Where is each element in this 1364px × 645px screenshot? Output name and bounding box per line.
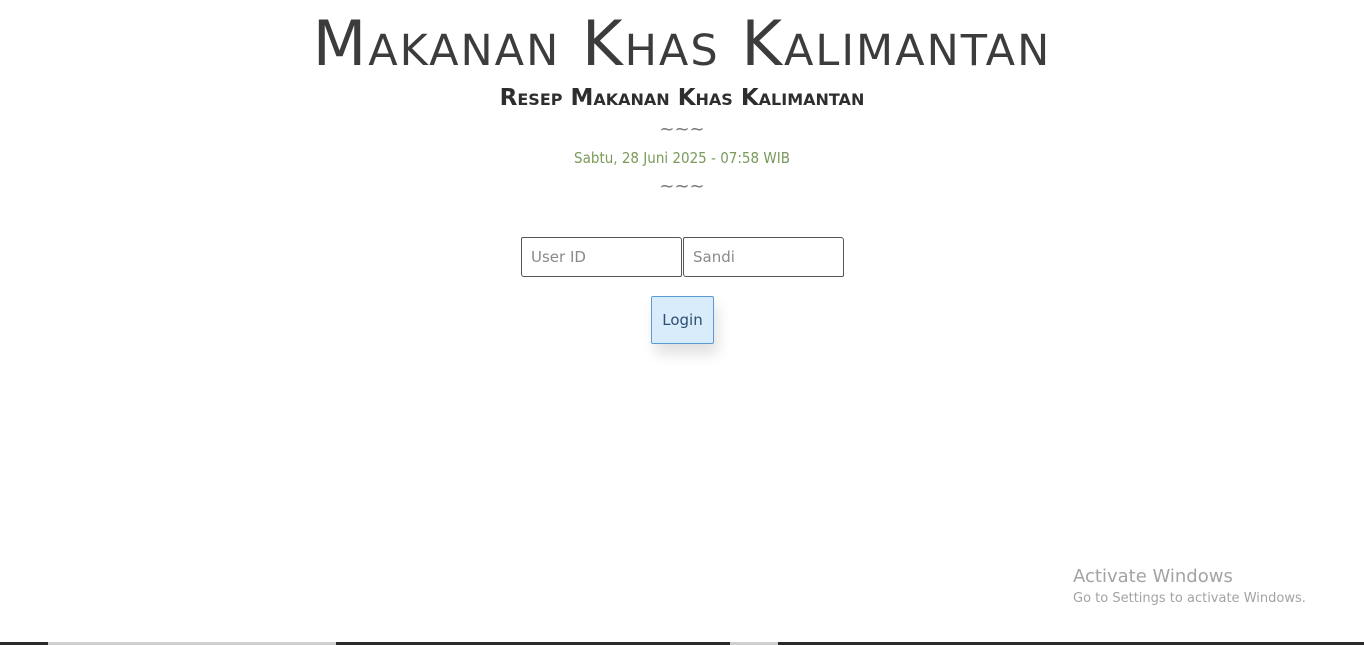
watermark-subtitle: Go to Settings to activate Windows. (1073, 591, 1306, 606)
watermark-title: Activate Windows (1073, 566, 1233, 587)
userid-input[interactable] (521, 237, 682, 277)
divider-top: ~~~ (659, 119, 705, 140)
password-input[interactable] (683, 237, 844, 277)
activate-windows-watermark: Activate Windows Go to Settings to activ… (1073, 565, 1306, 609)
page-subtitle: Resep Makanan Khas Kalimantan (499, 85, 865, 111)
login-button[interactable]: Login (651, 296, 714, 344)
page: Makanan Khas Kalimantan Resep Makanan Kh… (0, 0, 1364, 645)
divider-bottom: ~~~ (659, 176, 705, 197)
datetime-text: Sabtu, 28 Juni 2025 - 07:58 WIB (574, 149, 790, 167)
page-title: Makanan Khas Kalimantan (312, 7, 1052, 80)
